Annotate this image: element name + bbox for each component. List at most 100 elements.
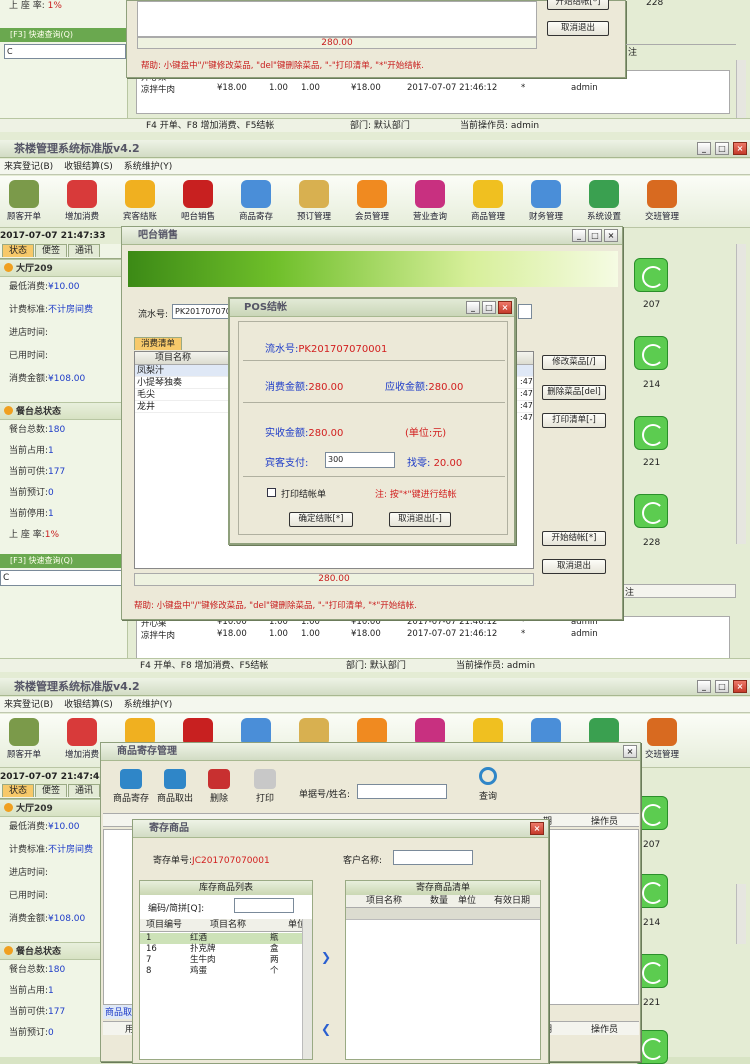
tab-consume-list[interactable]: 消费清单	[134, 337, 183, 350]
room-number: 228	[643, 538, 661, 548]
close-button[interactable]: ×	[623, 745, 637, 758]
table-row[interactable]: 凉拌牛肉 ¥18.00 1.00 1.00 ¥18.00 2017-07-07 21:46…	[137, 83, 729, 95]
quick-search-input[interactable]: C	[0, 570, 126, 586]
col-item: 项目名称	[366, 896, 403, 906]
table-row[interactable]: 8 鸡蛋 个	[140, 966, 302, 977]
toolbar-button[interactable]: 交班管理	[640, 718, 684, 760]
edit-dish-button[interactable]: 修改菜品[/]	[542, 355, 606, 370]
maximize-button[interactable]: □	[715, 142, 729, 155]
menu-cashier[interactable]: 收银结算(S)	[64, 700, 113, 710]
tab-notes[interactable]: 便签	[35, 784, 68, 797]
datetime: 2017-07-07 21:47:48	[0, 772, 106, 782]
pos-note: 注: 按"*"键进行结帐	[375, 490, 457, 500]
minimize-button[interactable]: _	[697, 142, 711, 155]
toolbar-button[interactable]: 商品寄存	[234, 180, 278, 222]
start-checkout-button[interactable]: 开始结帐[*]	[542, 531, 606, 546]
enter-time-row: 进店时间:	[9, 328, 49, 338]
toolbar-button[interactable]: 顾客开单	[2, 180, 46, 222]
scrollbar[interactable]	[302, 919, 312, 1059]
maximize-button[interactable]: □	[482, 301, 496, 314]
maximize-button[interactable]: □	[715, 680, 729, 693]
toolbar-button[interactable]: 增加消费	[60, 180, 104, 222]
menu-guest[interactable]: 来宾登记(B)	[4, 162, 53, 172]
table-cell: 1.00	[301, 629, 320, 639]
maximize-button[interactable]: □	[588, 229, 602, 242]
tab-status[interactable]: 状态	[2, 244, 35, 257]
minimize-button[interactable]: _	[697, 680, 711, 693]
delete-tool[interactable]: 删除	[201, 769, 237, 804]
toolbar-button[interactable]: 财务管理	[524, 180, 568, 222]
quick-search-header: [F3] 快速查询(Q)	[0, 554, 127, 568]
table-row[interactable]: 1 红酒 瓶	[140, 933, 302, 944]
takeout-tool[interactable]: 商品取出	[155, 769, 195, 804]
scrollbar[interactable]	[736, 884, 746, 944]
toolbar-button[interactable]: 增加消费	[60, 718, 104, 760]
customer-input[interactable]	[393, 850, 473, 865]
tab-comm[interactable]: 通讯	[68, 244, 101, 257]
booking-icon	[299, 180, 329, 208]
toolbar-button[interactable]: 吧台销售	[176, 180, 220, 222]
start-checkout-button[interactable]: 开始结帐[*]	[547, 0, 609, 10]
deposit-tool[interactable]: 商品寄存	[111, 769, 151, 804]
menu-cashier[interactable]: 收银结算(S)	[64, 162, 113, 172]
scrollbar[interactable]	[736, 60, 746, 120]
col-name: 项目名称	[210, 920, 247, 930]
minimize-button[interactable]: _	[466, 301, 480, 314]
toolbar-button[interactable]: 顾客开单	[2, 718, 46, 760]
extra-input[interactable]	[518, 304, 532, 319]
close-button[interactable]: ×	[733, 680, 747, 693]
move-left-icon[interactable]: ❮	[321, 1022, 331, 1036]
close-button[interactable]: ×	[498, 301, 512, 314]
print-list-button[interactable]: 打印清单[-]	[542, 413, 606, 428]
scrollbar[interactable]	[736, 244, 746, 544]
menu-system[interactable]: 系统维护(Y)	[124, 162, 173, 172]
confirm-checkout-button[interactable]: 确定结账[*]	[289, 512, 353, 527]
toolbar-button[interactable]: 宾客结账	[118, 180, 162, 222]
occupied-row: 当前占用:1	[9, 446, 54, 456]
toolbar-button[interactable]: 交班管理	[640, 180, 684, 222]
pos-serial: 流水号:PK201707070001	[265, 344, 388, 355]
menu-system[interactable]: 系统维护(Y)	[124, 700, 173, 710]
app-title: 茶楼管理系统标准版v4.2	[14, 680, 140, 693]
print-tool[interactable]: 打印	[247, 769, 283, 804]
search-button[interactable]: 查询	[473, 767, 503, 802]
tab-status[interactable]: 状态	[2, 784, 35, 797]
cancel-button[interactable]: 取消退出	[542, 559, 606, 574]
room-tile-icon[interactable]	[634, 336, 668, 370]
quick-search-input[interactable]: C	[4, 44, 126, 59]
room-tile-icon[interactable]	[634, 416, 668, 450]
toolbar-button[interactable]: 商品管理	[466, 180, 510, 222]
menu-guest[interactable]: 来宾登记(B)	[4, 700, 53, 710]
code-input[interactable]	[234, 898, 294, 913]
close-button[interactable]: ×	[604, 229, 618, 242]
room-tile-icon[interactable]	[634, 258, 668, 292]
toolbar-button[interactable]: 营业查询	[408, 180, 452, 222]
toolbar-button[interactable]: 系统设置	[582, 180, 626, 222]
table-row[interactable]: 16 扑克牌 盒	[140, 944, 302, 955]
time-cell: :47	[520, 389, 533, 398]
print-receipt-checkbox[interactable]	[267, 488, 276, 497]
tab-notes[interactable]: 便签	[35, 244, 68, 257]
toolbar-label: 交班管理	[644, 212, 679, 222]
table-cell: 凉拌牛肉	[141, 631, 176, 641]
close-button[interactable]: ×	[733, 142, 747, 155]
search-input[interactable]	[357, 784, 447, 799]
cancel-exit-button[interactable]: 取消退出[-]	[389, 512, 451, 527]
table-row[interactable]: 7 生牛肉 两	[140, 955, 302, 966]
delete-dish-button[interactable]: 删除菜品[del]	[542, 385, 606, 400]
room-tile-icon[interactable]	[634, 494, 668, 528]
customer-label: 客户名称:	[343, 856, 383, 866]
table-cell: 扑克牌	[190, 944, 216, 954]
toolbar-button[interactable]: 预订管理	[292, 180, 336, 222]
tab-comm[interactable]: 通讯	[68, 784, 101, 797]
move-right-icon[interactable]: ❯	[321, 950, 331, 964]
consume-list: 开心果 ¥10.00 1.00 1.00 ¥10.00 2017-07-07 21:46:…	[136, 616, 730, 664]
status-dept: 部门: 默认部门	[350, 121, 410, 131]
cancel-button[interactable]: 取消退出	[547, 21, 609, 36]
close-button[interactable]: ×	[530, 822, 544, 835]
stock-grid-header: 项目编号 项目名称 单位	[140, 919, 312, 932]
minimize-button[interactable]: _	[572, 229, 586, 242]
toolbar-button[interactable]: 会员管理	[350, 180, 394, 222]
table-row[interactable]: 凉拌牛肉 ¥18.00 1.00 1.00 ¥18.00 2017-07-07 21:46…	[137, 629, 729, 641]
guest-pay-input[interactable]: 300	[325, 452, 395, 468]
